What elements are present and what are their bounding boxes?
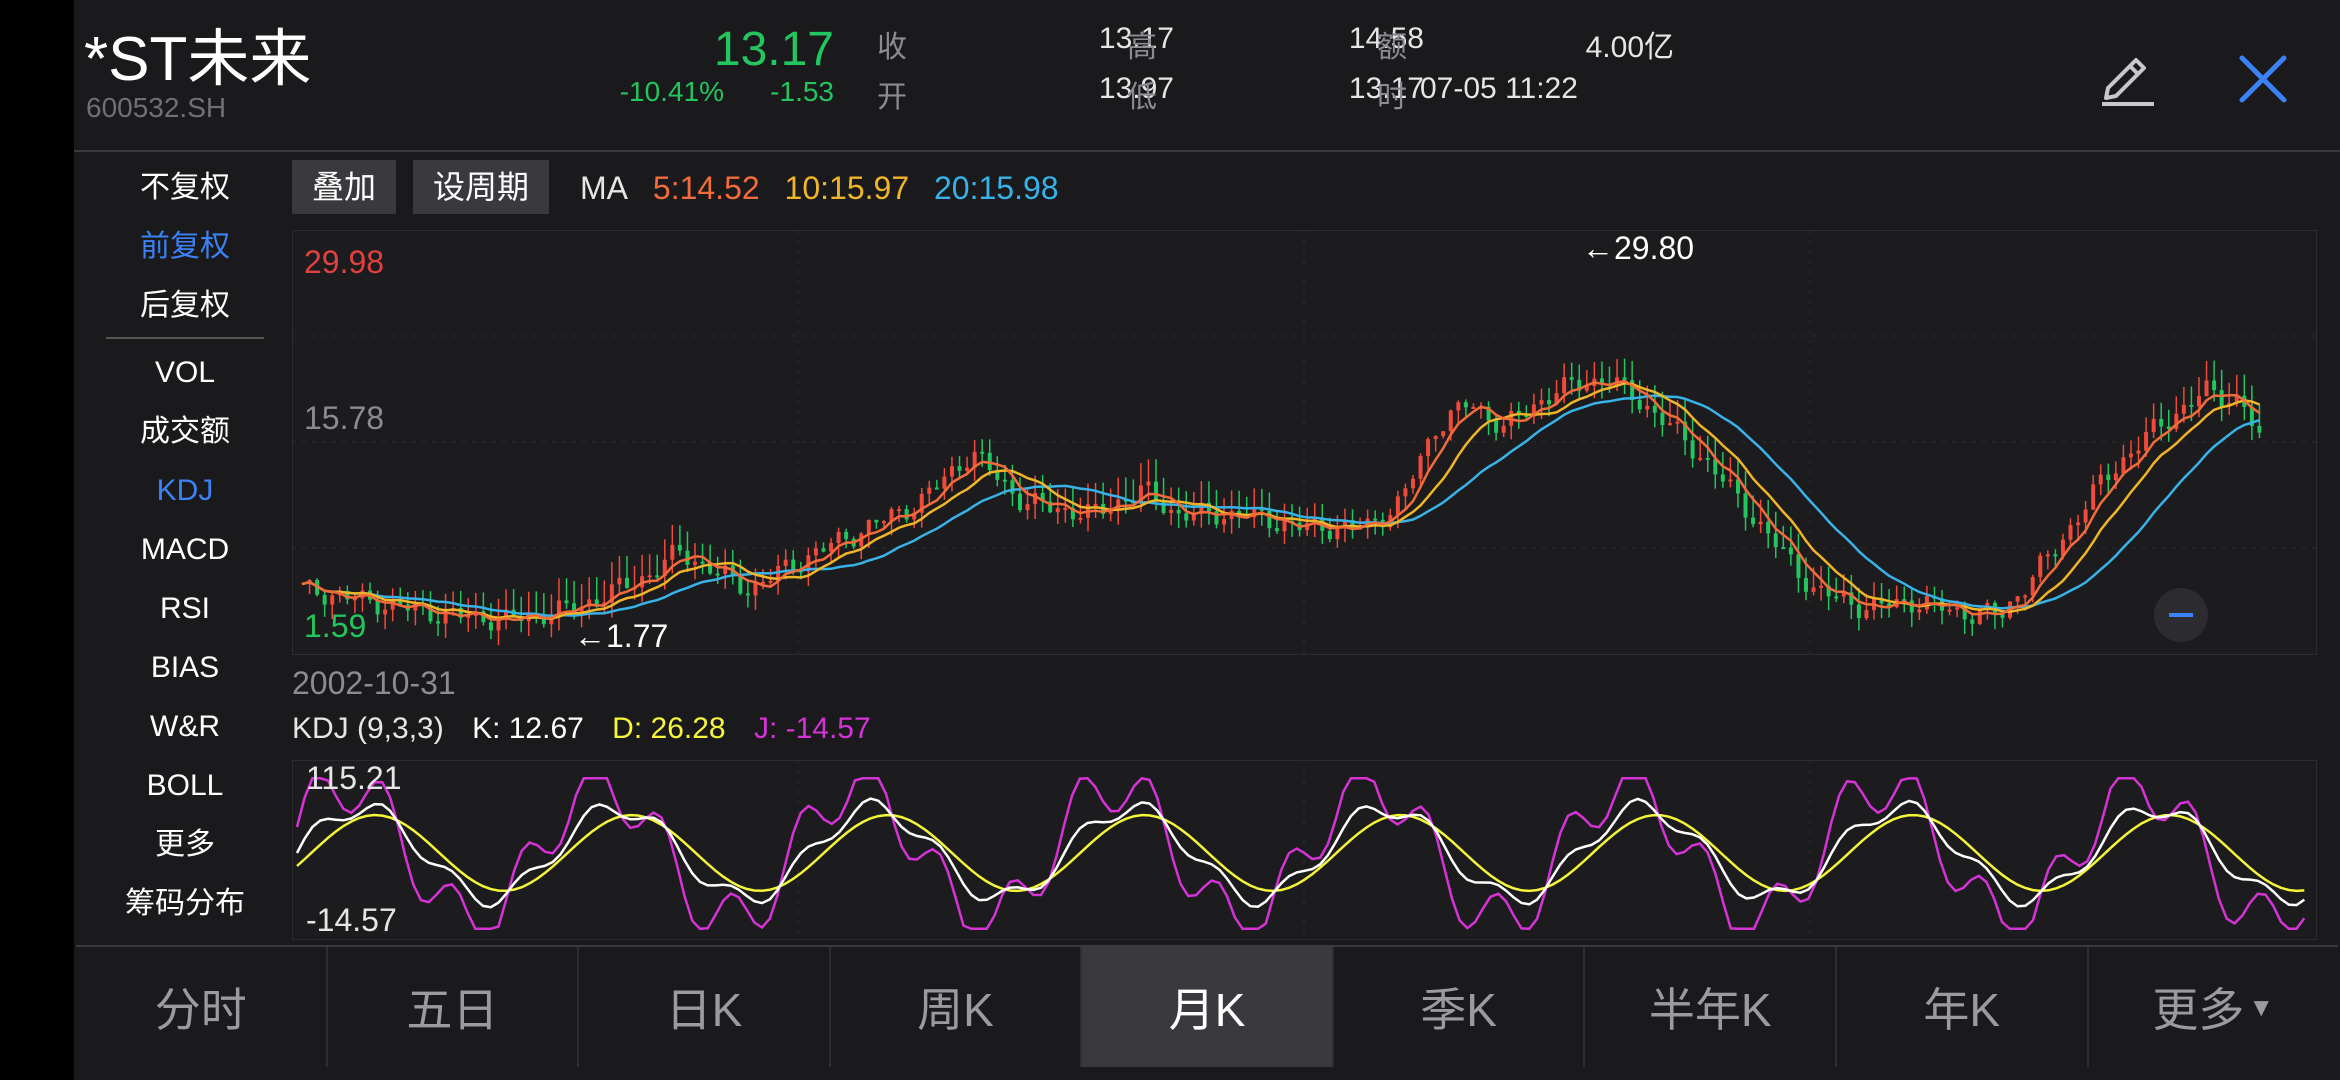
minus-icon <box>2169 613 2193 617</box>
time-label: 时 <box>1377 81 1407 114</box>
quote-header: *ST未来 600532.SH 13.17 -10.41% -1.53 收 13… <box>74 0 2340 150</box>
left-black-strip <box>0 0 74 1080</box>
close-label: 收 <box>877 31 907 64</box>
kdj-k-value: K: 12.67 <box>472 712 584 745</box>
overlay-button[interactable]: 叠加 <box>292 160 397 214</box>
high-label: 高 <box>1127 31 1157 64</box>
tab-yearly-k[interactable]: 年K <box>1837 947 2089 1067</box>
indicator-bias[interactable]: BIAS <box>100 638 270 697</box>
price-axis-mid: 15.78 <box>304 400 385 436</box>
tab-monthly-k[interactable]: 月K <box>1082 947 1334 1067</box>
time-value: 07-05 11:22 <box>1420 72 1578 105</box>
price-axis-bottom: 1.59 <box>304 608 367 644</box>
indicator-kdj[interactable]: KDJ <box>100 461 270 520</box>
ma20-value: 20:15.98 <box>934 170 1059 206</box>
tab-daily-k[interactable]: 日K <box>579 947 831 1067</box>
edit-icon[interactable] <box>2094 44 2158 108</box>
low-label: 低 <box>1127 81 1157 114</box>
kdj-j-value: J: -14.57 <box>753 712 871 745</box>
kdj-axis-bottom: -14.57 <box>306 902 397 938</box>
kdj-axis-top: 115.21 <box>306 760 402 796</box>
candlestick-chart[interactable]: 29.98 15.78 1.59 ←29.80 ←1.77 <box>292 230 2317 655</box>
arrow-left-icon: ← <box>574 618 606 654</box>
tab-more[interactable]: 更多 ▼ <box>2089 947 2339 1067</box>
indicator-wr[interactable]: W&R <box>100 697 270 756</box>
caret-down-icon: ▼ <box>2248 991 2275 1022</box>
indicator-macd[interactable]: MACD <box>100 520 270 579</box>
ma5-value: 5:14.52 <box>652 170 760 206</box>
kdj-d-value: D: 26.28 <box>612 712 726 745</box>
set-period-button[interactable]: 设周期 <box>413 160 550 214</box>
tab-half-year-k[interactable]: 半年K <box>1585 947 1837 1067</box>
header-divider <box>74 150 2340 152</box>
ma-label: MA <box>580 170 628 206</box>
ma10-value: 10:15.97 <box>784 170 910 206</box>
high-price-marker: ←29.80 <box>1582 230 1694 267</box>
fq-forward[interactable]: 前复权 <box>100 217 270 276</box>
amount-value: 4.00亿 <box>1585 31 1674 64</box>
fq-none[interactable]: 不复权 <box>100 158 270 217</box>
low-price-marker: ←1.77 <box>574 618 668 655</box>
open-label: 开 <box>877 81 907 114</box>
change-amount: -1.53 <box>770 76 834 107</box>
indicator-more[interactable]: 更多 <box>100 815 270 874</box>
current-price: 13.17 <box>713 23 834 76</box>
tab-intraday[interactable]: 分时 <box>76 947 328 1067</box>
chart-start-date: 2002-10-31 <box>292 665 456 701</box>
kdj-title: KDJ (9,3,3) <box>292 712 444 745</box>
tab-five-day[interactable]: 五日 <box>328 947 580 1067</box>
tab-weekly-k[interactable]: 周K <box>831 947 1083 1067</box>
kdj-chart-canvas <box>292 760 2317 940</box>
low-price-value: 1.77 <box>606 618 669 654</box>
tab-quarterly-k[interactable]: 季K <box>1334 947 1586 1067</box>
change-percent: -10.41% <box>619 76 724 107</box>
indicator-rsi[interactable]: RSI <box>100 579 270 638</box>
close-icon[interactable] <box>2236 52 2290 106</box>
high-price-value: 29.80 <box>1614 230 1695 266</box>
stock-name: *ST未来 <box>84 25 312 94</box>
ma-legend: MA 5:14.52 10:15.97 20:15.98 <box>580 170 1075 207</box>
fq-backward[interactable]: 后复权 <box>100 276 270 335</box>
indicator-chip-distribution[interactable]: 筹码分布 <box>100 874 270 933</box>
price-chart-canvas <box>292 230 2317 655</box>
period-tabs: 分时 五日 日K 周K 月K 季K 半年K 年K 更多 ▼ <box>76 945 2338 1067</box>
price-axis-top: 29.98 <box>304 244 385 280</box>
menu-separator <box>106 337 264 339</box>
indicator-amount[interactable]: 成交额 <box>100 402 270 461</box>
indicator-vol[interactable]: VOL <box>100 343 270 402</box>
kdj-chart[interactable]: 115.21 -14.57 <box>292 760 2317 940</box>
indicator-boll[interactable]: BOLL <box>100 756 270 815</box>
stock-code: 600532.SH <box>86 92 227 123</box>
zoom-out-button[interactable] <box>2154 588 2208 642</box>
indicator-side-menu: 不复权 前复权 后复权 VOL 成交额 KDJ MACD RSI BIAS W&… <box>100 158 270 933</box>
arrow-left-icon: ← <box>1582 230 1614 266</box>
tab-more-label: 更多 <box>2152 984 2245 1036</box>
kdj-legend: KDJ (9,3,3) K: 12.67 D: 26.28 J: -14.57 <box>292 712 891 746</box>
amount-label: 额 <box>1377 31 1407 64</box>
